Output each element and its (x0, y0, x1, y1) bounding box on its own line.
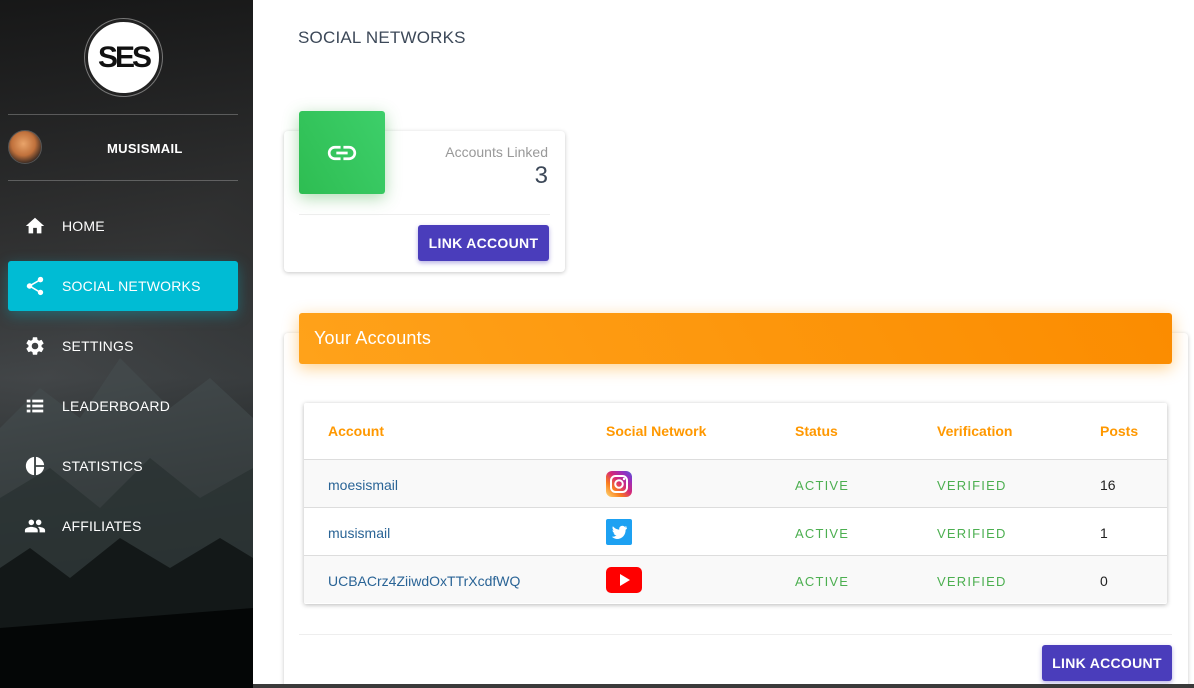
username: MUSISMAIL (107, 141, 183, 156)
sidebar-item-label: STATISTICS (62, 458, 143, 474)
card-divider (299, 634, 1172, 635)
status-badge: ACTIVE (795, 478, 850, 493)
sidebar-item-home[interactable]: HOME (8, 201, 238, 251)
youtube-icon[interactable] (606, 567, 642, 593)
stat-label: Accounts Linked (445, 144, 548, 160)
verification-badge: VERIFIED (937, 574, 1007, 589)
link-account-button[interactable]: LINK ACCOUNT (418, 225, 549, 261)
sidebar-item-label: AFFILIATES (62, 518, 142, 534)
table-row: musismail ACTIVE VERIFIED 1 (304, 507, 1167, 555)
table-row: UCBACrz4ZiiwdOxTTrXcdfWQ ACTIVE VERIFIED… (304, 555, 1167, 603)
column-header-posts: Posts (1100, 423, 1139, 439)
sidebar-item-affiliates[interactable]: AFFILIATES (8, 501, 238, 551)
column-header-social-network: Social Network (606, 423, 707, 439)
gear-icon (23, 334, 47, 358)
posts-count: 1 (1100, 525, 1108, 541)
stat-value: 3 (534, 162, 548, 189)
sidebar-divider (8, 114, 238, 115)
logo-text: SES (97, 40, 152, 74)
user-profile[interactable]: MUSISMAIL (8, 128, 238, 168)
account-link[interactable]: musismail (328, 525, 390, 541)
verification-badge: VERIFIED (937, 526, 1007, 541)
sidebar-item-label: LEADERBOARD (62, 398, 171, 414)
column-header-verification: Verification (937, 423, 1013, 439)
avatar[interactable] (8, 130, 42, 164)
sidebar-divider (8, 180, 238, 181)
sidebar-item-statistics[interactable]: STATISTICS (8, 441, 238, 491)
pie-chart-icon (23, 454, 47, 478)
status-badge: ACTIVE (795, 574, 850, 589)
sidebar-item-leaderboard[interactable]: LEADERBOARD (8, 381, 238, 431)
sidebar-item-label: SETTINGS (62, 338, 134, 354)
account-link[interactable]: UCBACrz4ZiiwdOxTTrXcdfWQ (328, 573, 520, 589)
accounts-table: Account Social Network Status Verificati… (304, 403, 1167, 604)
status-badge: ACTIVE (795, 526, 850, 541)
share-icon (23, 274, 47, 298)
sidebar-item-label: HOME (62, 218, 105, 234)
posts-count: 0 (1100, 573, 1108, 589)
page-footer-edge (253, 684, 1194, 688)
column-header-status: Status (795, 423, 838, 439)
app-logo[interactable]: SES (85, 19, 162, 96)
card-divider (299, 214, 550, 215)
sidebar-item-settings[interactable]: SETTINGS (8, 321, 238, 371)
sidebar-item-social-networks[interactable]: SOCIAL NETWORKS (8, 261, 238, 311)
column-header-account: Account (328, 423, 384, 439)
verification-badge: VERIFIED (937, 478, 1007, 493)
stat-card-icon-tile (299, 111, 385, 194)
account-link[interactable]: moesismail (328, 477, 398, 493)
sidebar: SES MUSISMAIL HOME SOCIAL NETWORKS SETTI… (0, 0, 253, 688)
list-icon (23, 394, 47, 418)
twitter-icon[interactable] (606, 519, 632, 545)
people-icon (23, 514, 47, 538)
page-title: SOCIAL NETWORKS (298, 28, 466, 47)
card-title: Your Accounts (314, 328, 432, 348)
table-row: moesismail ACTIVE VERIFIED 16 (304, 459, 1167, 507)
link-icon (327, 145, 357, 160)
instagram-icon[interactable] (606, 471, 632, 497)
link-account-button[interactable]: LINK ACCOUNT (1042, 645, 1172, 681)
sidebar-item-label: SOCIAL NETWORKS (62, 278, 201, 294)
home-icon (23, 214, 47, 238)
your-accounts-header: Your Accounts (299, 313, 1172, 364)
posts-count: 16 (1100, 477, 1116, 493)
